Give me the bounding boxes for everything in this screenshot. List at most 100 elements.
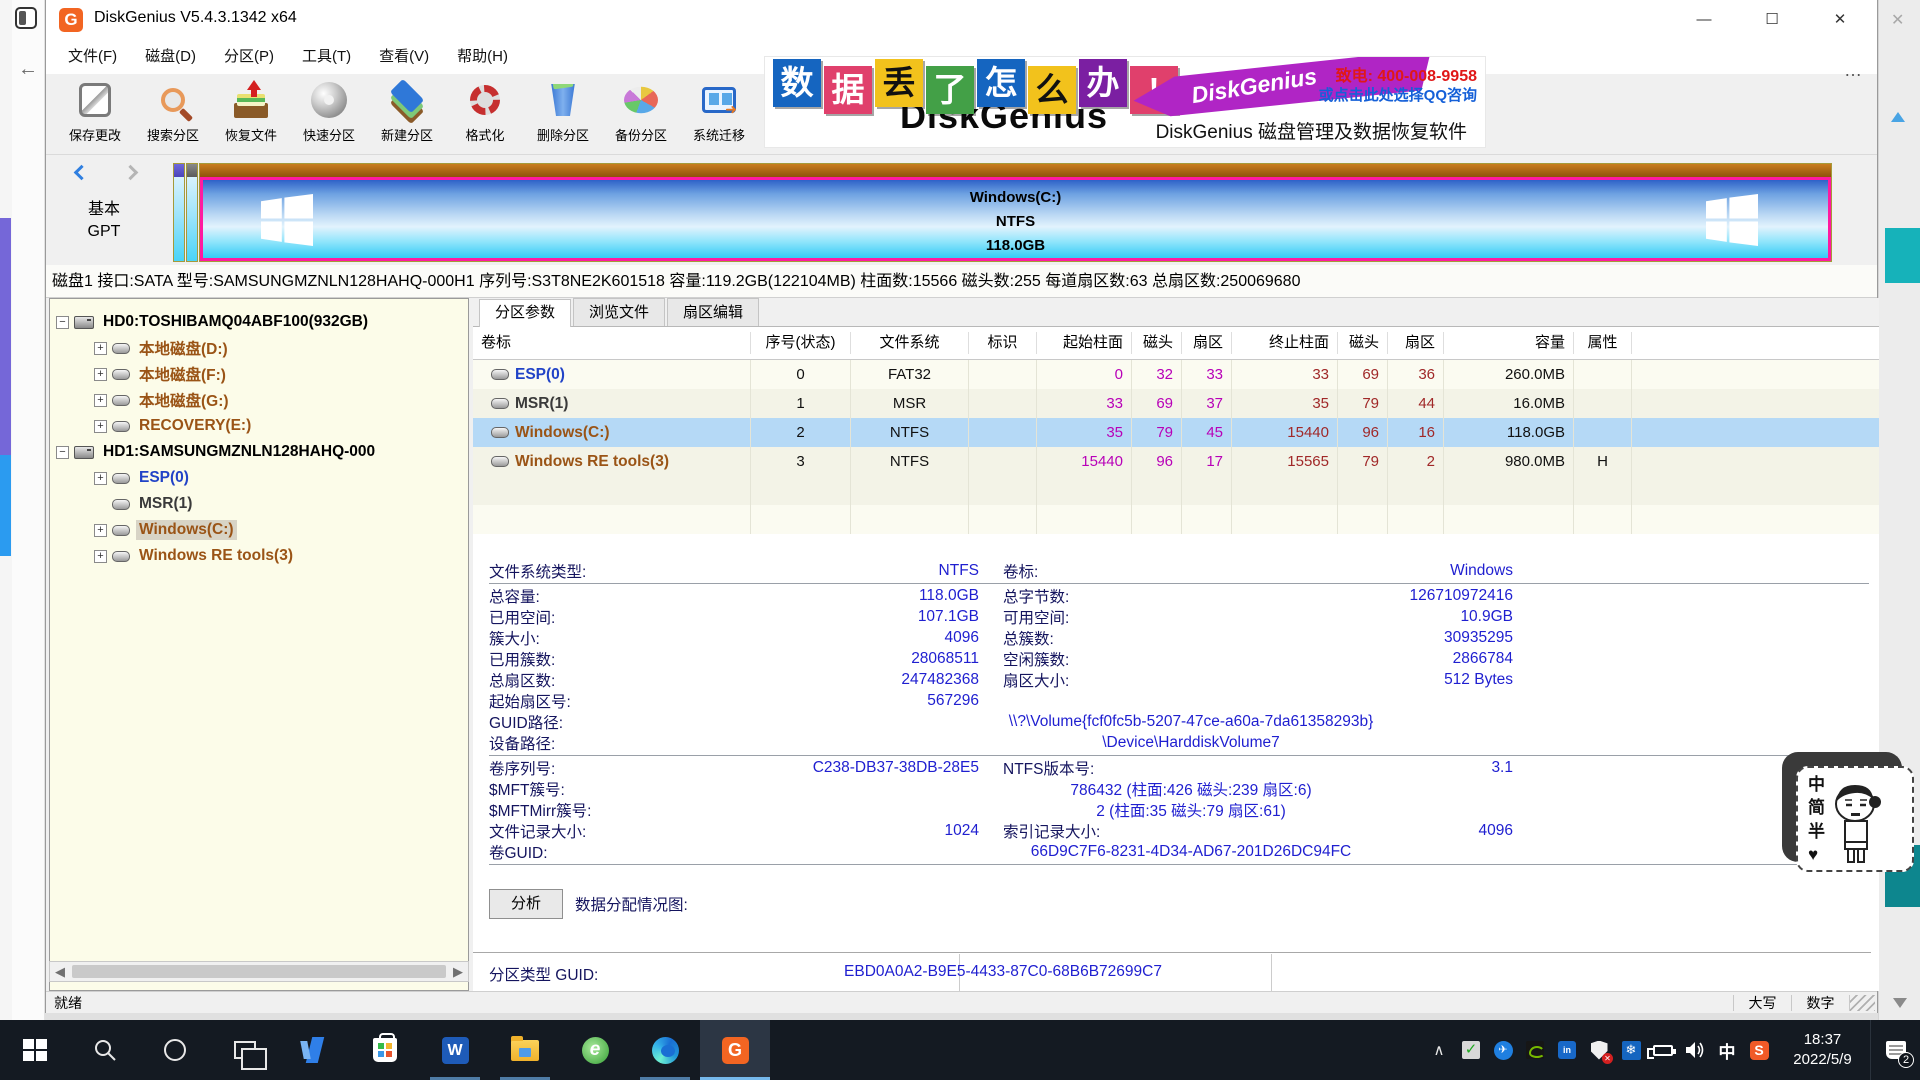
expand-toggle-icon[interactable]: + (94, 550, 107, 563)
scroll-left-icon[interactable]: ◀ (50, 964, 70, 980)
column-header[interactable]: 磁头 (1338, 332, 1388, 354)
expand-toggle-icon[interactable]: + (94, 368, 107, 381)
column-header[interactable]: 磁头 (1132, 332, 1182, 354)
column-header[interactable]: 卷标 (473, 332, 751, 354)
tree-item[interactable]: +本地磁盘(D:) (50, 335, 468, 361)
tree-horizontal-scrollbar[interactable]: ◀ ▶ (49, 961, 469, 982)
menu-disk[interactable]: 磁盘(D) (131, 40, 210, 74)
recover-files-button[interactable]: 恢复文件 (212, 74, 290, 152)
table-row[interactable]: Windows(C:)2NTFS357945154409616118.0GB (473, 418, 1879, 447)
tray-update-icon[interactable]: ✓ (1455, 1020, 1487, 1080)
format-button[interactable]: 格式化 (446, 74, 524, 152)
internet-explorer-button[interactable]: e (560, 1020, 630, 1080)
cortana-button[interactable] (140, 1020, 210, 1080)
search-partition-button[interactable]: 搜索分区 (134, 74, 212, 152)
tray-nvidia-icon[interactable] (1519, 1020, 1551, 1080)
tray-snowflake-icon[interactable]: ❄ (1615, 1020, 1647, 1080)
expand-toggle-icon[interactable]: + (94, 524, 107, 537)
tray-battery-icon[interactable] (1647, 1020, 1679, 1080)
tray-chevron-icon[interactable]: ∧ (1423, 1020, 1455, 1080)
ime-cn-indicator[interactable]: 中 (1808, 774, 1825, 796)
microsoft-store-button[interactable] (350, 1020, 420, 1080)
tree-item[interactable]: +Windows RE tools(3) (50, 543, 468, 569)
tree-item[interactable]: −HD1:SAMSUNGMZNLN128HAHQ-000 (50, 439, 468, 465)
notification-center-button[interactable]: 2 (1870, 1020, 1920, 1080)
column-header[interactable]: 序号(状态) (751, 332, 851, 354)
tab-sector-edit[interactable]: 扇区编辑 (667, 298, 759, 326)
column-header[interactable]: 起始柱面 (1037, 332, 1132, 354)
expand-toggle-icon[interactable]: + (94, 472, 107, 485)
table-row[interactable]: Windows RE tools(3)3NTFS1544096171556579… (473, 447, 1879, 476)
taskbar-search-button[interactable] (70, 1020, 140, 1080)
column-header[interactable]: 扇区 (1388, 332, 1444, 354)
ime-simplified-indicator[interactable]: 简 (1808, 797, 1825, 819)
start-button[interactable] (0, 1020, 70, 1080)
minimize-button[interactable]: — (1676, 0, 1732, 40)
ime-heart-icon[interactable]: ♥ (1808, 844, 1825, 866)
maximize-button[interactable]: ☐ (1744, 0, 1800, 40)
backup-partition-button[interactable]: 备份分区 (602, 74, 680, 152)
ime-halfwidth-indicator[interactable]: 半 (1808, 821, 1825, 843)
banner-qq-link[interactable]: 或点击此处选择QQ咨询 (1319, 84, 1477, 105)
tree-item[interactable]: +Windows(C:) (50, 517, 468, 543)
expand-toggle-icon[interactable]: + (94, 420, 107, 433)
edge-button[interactable] (630, 1020, 700, 1080)
expand-toggle-icon[interactable]: + (94, 342, 107, 355)
system-migrate-button[interactable]: 系统迁移 (680, 74, 758, 152)
menu-view[interactable]: 查看(V) (365, 40, 443, 74)
table-cell (1574, 418, 1632, 447)
toolbar-overflow-icon[interactable]: … (1844, 60, 1864, 81)
scroll-right-icon[interactable]: ▶ (448, 964, 468, 980)
new-partition-button[interactable]: 新建分区 (368, 74, 446, 152)
resize-grip[interactable] (1849, 995, 1875, 1011)
ad-banner[interactable]: DiskGenius 数据丢了怎么办! DiskGenius 致电: 400-0… (764, 56, 1486, 148)
menu-help[interactable]: 帮助(H) (443, 40, 522, 74)
tree-item[interactable]: +本地磁盘(F:) (50, 361, 468, 387)
partition-block-windows-c[interactable]: Windows(C:) NTFS 118.0GB (199, 163, 1832, 262)
close-button[interactable]: ✕ (1812, 0, 1868, 40)
tray-dingtalk-icon[interactable]: ✈ (1487, 1020, 1519, 1080)
tab-browse-files[interactable]: 浏览文件 (573, 298, 665, 326)
tree-item[interactable]: +ESP(0) (50, 465, 468, 491)
menu-partition[interactable]: 分区(P) (210, 40, 288, 74)
tray-ime-indicator[interactable]: 中 (1711, 1020, 1743, 1080)
tree-item[interactable]: +RECOVERY(E:) (50, 413, 468, 439)
delete-partition-button[interactable]: 删除分区 (524, 74, 602, 152)
task-view-button[interactable] (210, 1020, 280, 1080)
column-header[interactable]: 属性 (1574, 332, 1632, 354)
collapse-toggle-icon[interactable]: − (56, 316, 69, 329)
file-explorer-button[interactable] (490, 1020, 560, 1080)
table-row[interactable]: ESP(0)0FAT3203233336936260.0MB (473, 360, 1879, 389)
prev-disk-icon[interactable] (74, 165, 90, 181)
word-button[interactable]: W (420, 1020, 490, 1080)
partition-block-msr[interactable] (186, 163, 198, 262)
tray-defender-icon[interactable]: ✕ (1583, 1020, 1615, 1080)
column-header[interactable]: 容量 (1444, 332, 1574, 354)
diskgenius-taskbar-button[interactable]: G (700, 1020, 770, 1080)
pinned-app-flash-button[interactable] (280, 1020, 350, 1080)
scrollbar-thumb[interactable] (72, 965, 446, 978)
tab-partition-params[interactable]: 分区参数 (479, 299, 571, 327)
next-disk-icon[interactable] (123, 165, 139, 181)
tree-item[interactable]: +MSR(1) (50, 491, 468, 517)
collapse-toggle-icon[interactable]: − (56, 446, 69, 459)
analyze-button[interactable]: 分析 (489, 889, 563, 919)
sogou-ime-widget[interactable]: 中 简 半 ♥ (1796, 766, 1914, 872)
column-header[interactable]: 文件系统 (851, 332, 969, 354)
tray-volume-icon[interactable] (1679, 1020, 1711, 1080)
menu-file[interactable]: 文件(F) (54, 40, 131, 74)
menu-tools[interactable]: 工具(T) (288, 40, 365, 74)
column-header[interactable]: 扇区 (1182, 332, 1232, 354)
tree-item[interactable]: +本地磁盘(G:) (50, 387, 468, 413)
tray-sogou-icon[interactable]: S (1743, 1020, 1775, 1080)
save-changes-button[interactable]: 保存更改 (56, 74, 134, 152)
tray-intel-icon[interactable]: in (1551, 1020, 1583, 1080)
quick-partition-button[interactable]: 快速分区 (290, 74, 368, 152)
table-row[interactable]: MSR(1)1MSR33693735794416.0MB (473, 389, 1879, 418)
partition-block-esp[interactable] (173, 163, 185, 262)
tree-item[interactable]: −HD0:TOSHIBAMQ04ABF100(932GB) (50, 309, 468, 335)
column-header[interactable]: 标识 (969, 332, 1037, 354)
expand-toggle-icon[interactable]: + (94, 394, 107, 407)
taskbar-clock[interactable]: 18:37 2022/5/9 (1775, 1030, 1870, 1070)
column-header[interactable]: 终止柱面 (1232, 332, 1338, 354)
